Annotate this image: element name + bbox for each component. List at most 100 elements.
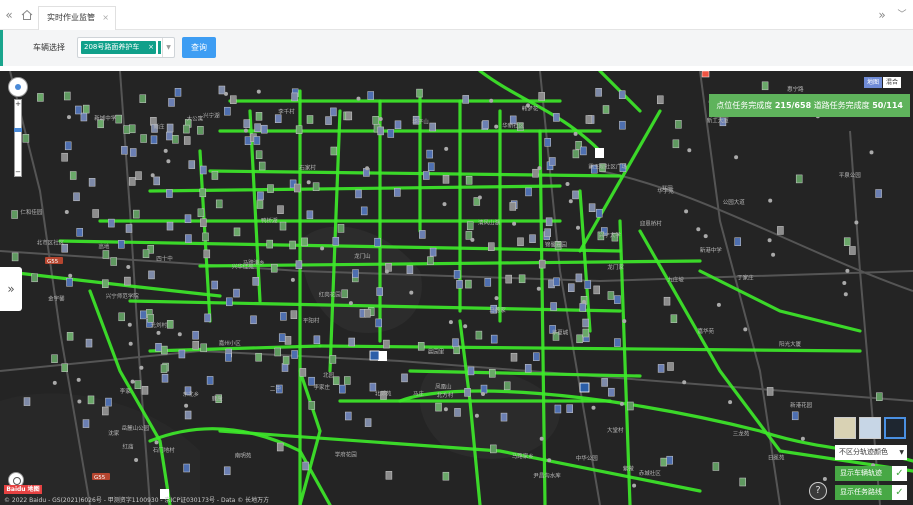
task-point-marker xyxy=(614,338,621,347)
task-point-marker xyxy=(568,283,575,292)
pan-icon[interactable] xyxy=(8,77,28,97)
task-point-marker xyxy=(419,230,426,239)
expand-panel-button[interactable]: » xyxy=(0,267,22,311)
show-vehicle-track-toggle[interactable]: 显示车辆轨迹 ✓ xyxy=(835,466,907,481)
map-canvas[interactable]: 迎恩桥村锦馨嘉园兆田李家清风山湖紫微华平山日冕苑鹿崖光刘村金宇馨韩梦花晨园里兴华… xyxy=(0,71,913,505)
place-label: 北方村 xyxy=(437,391,454,399)
double-chevron-right-icon[interactable]: » xyxy=(873,0,891,30)
task-point-marker xyxy=(517,237,524,247)
chevron-down-icon[interactable]: ﹀ xyxy=(893,0,911,30)
map-type-hybrid[interactable]: 混合 xyxy=(882,77,901,88)
task-point-marker xyxy=(185,234,192,243)
map-style-thumbnails xyxy=(834,417,906,439)
task-point-marker xyxy=(121,146,128,155)
help-icon[interactable]: ? xyxy=(809,482,827,500)
checkmark-icon[interactable]: ✓ xyxy=(892,485,907,500)
zoom-slider[interactable]: + − xyxy=(14,99,22,177)
map-style-dark[interactable] xyxy=(884,417,906,439)
place-label: 学府花园 xyxy=(335,451,358,459)
task-point-marker xyxy=(266,239,273,249)
poi-dot xyxy=(184,403,189,408)
task-point-marker xyxy=(284,336,292,345)
task-point-marker xyxy=(254,123,261,132)
place-label: 沈家 xyxy=(108,429,120,437)
track-color-select[interactable]: 不区分轨迹颜色 ▼ xyxy=(835,445,907,460)
place-label: 丁家庄 xyxy=(737,273,754,281)
home-icon[interactable] xyxy=(18,0,36,30)
task-point-marker xyxy=(64,141,72,151)
task-point-marker xyxy=(211,280,218,290)
place-label: 北市区社区 xyxy=(37,239,65,247)
task-point-marker xyxy=(332,237,340,246)
poi-dot xyxy=(443,407,448,412)
poi-dot xyxy=(687,148,692,153)
close-icon[interactable]: × xyxy=(102,7,109,29)
road-progress-label: 道路任务完成度 xyxy=(813,101,870,110)
query-button[interactable]: 查询 xyxy=(182,37,216,58)
poi-dot xyxy=(470,237,475,242)
poi-dot xyxy=(822,477,827,481)
poi-dot xyxy=(494,296,499,301)
chevron-down-icon[interactable]: ▼ xyxy=(162,38,174,57)
double-chevron-left-icon[interactable]: « xyxy=(0,0,18,30)
task-point-marker xyxy=(166,131,173,141)
checkmark-icon[interactable]: ✓ xyxy=(892,466,907,481)
map-type-map[interactable]: 地图 xyxy=(863,77,882,88)
place-label: 新港花园 xyxy=(790,401,813,409)
tab-realtime-monitor[interactable]: 实时作业监管 × xyxy=(38,6,116,30)
map-style-normal[interactable] xyxy=(834,417,856,439)
poi-dot xyxy=(582,299,586,304)
poi-dot xyxy=(716,302,721,307)
zoom-handle[interactable] xyxy=(14,128,22,132)
map-copyright: © 2022 Baidu - GS(2021)6026号 - 甲测资字11009… xyxy=(4,497,270,504)
task-point-marker xyxy=(69,171,77,180)
task-point-marker xyxy=(160,364,168,373)
task-point-marker xyxy=(226,297,233,307)
map-view[interactable]: 迎恩桥村 锦馨嘉园 兆田 李家 清风山湖 紫微 华平山 日冕苑 鹿崖 光刘村 金宇馨 韩梦花 晨园里 兴华… xyxy=(0,71,913,505)
zoom-out-icon[interactable]: − xyxy=(14,168,22,176)
task-point-marker xyxy=(663,296,671,306)
poi-dot xyxy=(743,327,748,332)
poi-dot xyxy=(489,98,494,103)
poi-dot xyxy=(130,379,135,384)
task-point-marker xyxy=(584,280,592,289)
selected-vehicle-text: 208号路面养护车 xyxy=(84,43,140,51)
task-point-marker xyxy=(197,126,204,135)
task-point-marker xyxy=(456,280,463,289)
task-point-marker xyxy=(61,363,68,372)
poi-dot xyxy=(854,220,859,225)
map-style-light[interactable] xyxy=(859,417,881,439)
task-point-marker xyxy=(627,401,634,411)
poi-dot xyxy=(134,458,139,462)
task-point-marker xyxy=(295,125,303,134)
place-label: 公园大道 xyxy=(723,198,746,206)
zoom-in-icon[interactable]: + xyxy=(14,100,22,108)
place-label: 日冕苑 xyxy=(768,454,785,462)
task-point-marker xyxy=(509,202,517,211)
task-point-marker xyxy=(243,119,251,128)
vehicle-select[interactable]: 208号路面养护车 × ▼ xyxy=(77,37,175,58)
task-point-marker xyxy=(255,352,262,362)
task-point-marker xyxy=(453,345,460,355)
task-point-marker xyxy=(278,333,286,342)
task-point-marker xyxy=(566,404,573,413)
task-point-marker xyxy=(553,277,560,287)
poi-dot xyxy=(128,341,133,346)
task-point-marker xyxy=(464,388,471,397)
task-point-marker xyxy=(206,376,214,385)
task-point-marker xyxy=(580,146,587,156)
place-label: 清风山湖 xyxy=(478,219,501,227)
task-point-marker xyxy=(223,466,231,476)
place-label: 九庄坡 xyxy=(667,275,684,283)
show-task-route-toggle[interactable]: 显示任务路线 ✓ xyxy=(835,485,907,500)
task-point-marker xyxy=(465,176,473,185)
place-label: 华新社区 xyxy=(502,122,525,130)
task-point-marker xyxy=(166,221,174,231)
task-point-marker xyxy=(61,152,68,162)
remove-chip-icon[interactable]: × xyxy=(148,41,154,54)
tab-bar: « 实时作业监管 × » ﹀ xyxy=(0,0,913,30)
place-label: 赤城社区 xyxy=(639,469,662,477)
task-point-marker xyxy=(280,312,287,321)
poi-dot xyxy=(842,281,847,285)
zoom-control: + − xyxy=(8,77,30,177)
